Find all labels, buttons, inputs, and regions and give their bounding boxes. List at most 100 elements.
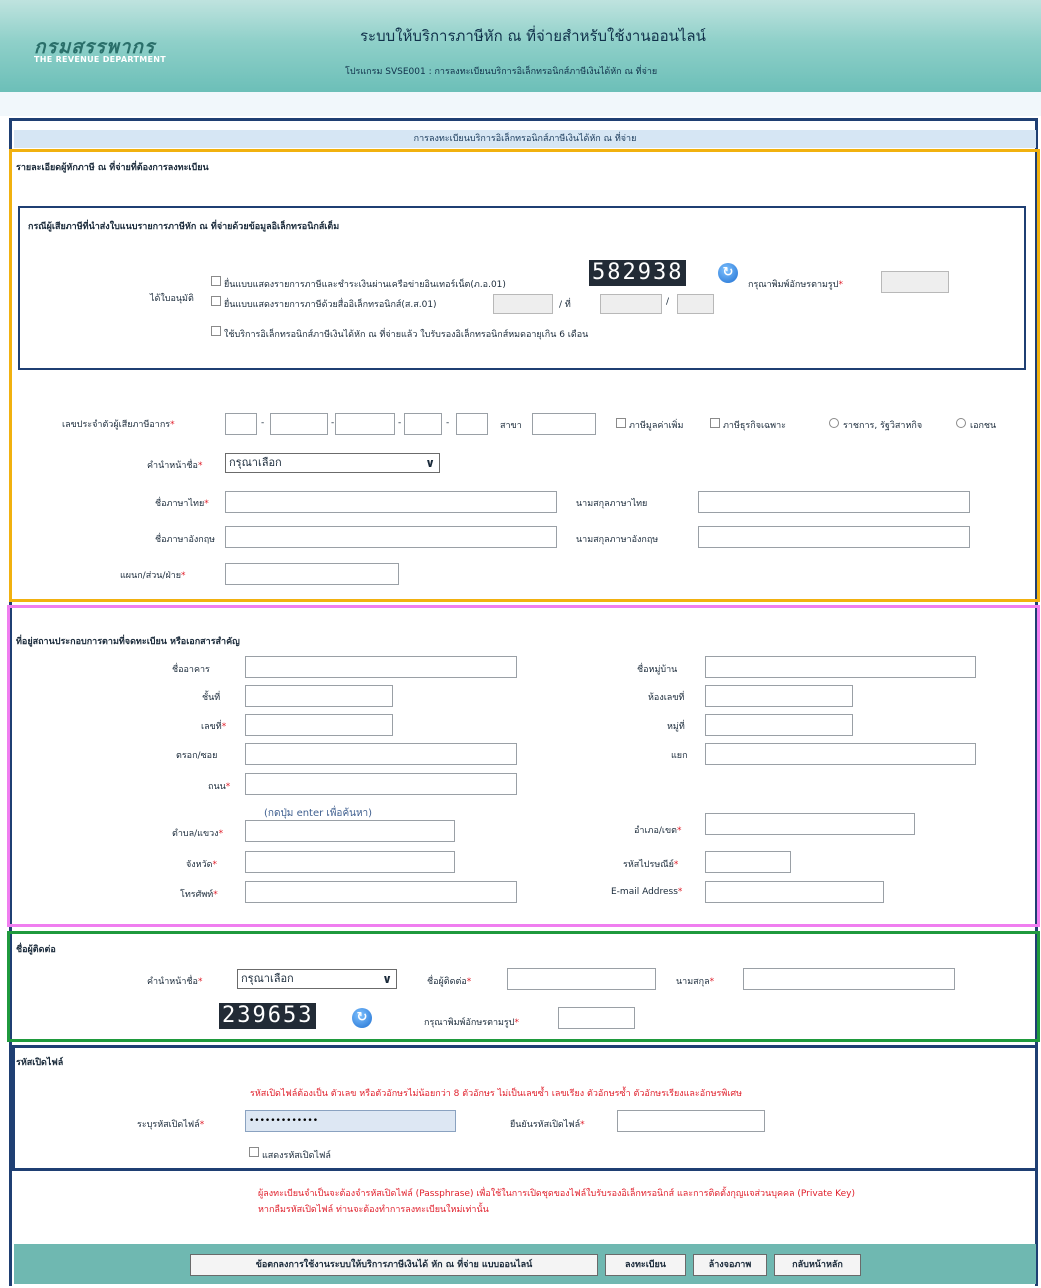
system-title: ระบบให้บริการภาษีหัก ณ ที่จ่ายสำหรับใช้ง… xyxy=(360,27,706,45)
ss01-year-input[interactable] xyxy=(677,294,714,314)
prefix-select[interactable]: กรุณาเลือก ∨ xyxy=(225,453,440,473)
refresh-captcha-icon[interactable]: ↻ xyxy=(718,263,738,283)
tin-label: เลขประจำตัวผู้เสียภาษีอากร xyxy=(62,420,171,430)
road-label: ถนน xyxy=(208,782,226,792)
subdistrict-input[interactable] xyxy=(245,820,455,842)
register-button[interactable]: ลงทะเบียน xyxy=(605,1254,686,1276)
program-subtitle: โปรแกรม SVSE001 : การลงทะเบียนบริการอิเล… xyxy=(345,67,658,77)
ss01-doc-input[interactable] xyxy=(600,294,662,314)
license-label: ได้ใบอนุมัติ xyxy=(150,294,194,304)
surname-th-label: นามสกุลภาษาไทย xyxy=(576,499,648,509)
private-radio[interactable] xyxy=(956,418,966,428)
clear-button[interactable]: ล้างจอภาพ xyxy=(693,1254,767,1276)
ecert-title: กรณีผู้เสียภาษีที่นำส่งใบแนบรายการภาษีหั… xyxy=(28,222,340,232)
captcha-input-1[interactable] xyxy=(881,271,949,293)
alley-label: ตรอก/ซอย xyxy=(176,751,218,761)
tin-part1-input[interactable] xyxy=(225,413,257,435)
subdistrict-label: ตำบล/แขวง xyxy=(172,829,219,839)
junction-input[interactable] xyxy=(705,743,976,765)
email-input[interactable] xyxy=(705,881,884,903)
tin-part4-input[interactable] xyxy=(404,413,442,435)
floor-input[interactable] xyxy=(245,685,393,707)
refresh-captcha-icon-2[interactable]: ↻ xyxy=(352,1008,372,1028)
option2-checkbox[interactable] xyxy=(211,296,221,306)
search-hint: (กดปุ่ม enter เพื่อค้นหา) xyxy=(264,808,373,819)
room-input[interactable] xyxy=(705,685,853,707)
captcha-prompt-2: กรุณาพิมพ์อักษรตามรูป xyxy=(424,1018,515,1028)
name-th-label: ชื่อภาษาไทย xyxy=(155,499,205,509)
contact-surname-input[interactable] xyxy=(743,968,955,990)
district-input[interactable] xyxy=(705,813,915,835)
option1-checkbox[interactable] xyxy=(211,276,221,286)
header-subband xyxy=(0,92,1041,116)
province-input[interactable] xyxy=(245,851,455,873)
dash-2: - xyxy=(331,418,335,428)
postcode-label: รหัสไปรษณีย์ xyxy=(623,860,674,870)
contact-prefix-select[interactable]: กรุณาเลือก ∨ xyxy=(237,969,397,989)
floor-label: ชั้นที่ xyxy=(202,693,221,703)
number-label: เลขที่ xyxy=(201,722,222,732)
prefix-label: คำนำหน้าชื่อ xyxy=(147,461,198,471)
vat-label: ภาษีมูลค่าเพิ่ม xyxy=(629,421,684,431)
notice-line-1: ผู้ลงทะเบียนจำเป็นจะต้องจำรหัสเปิดไฟล์ (… xyxy=(258,1189,855,1199)
dash-4: - xyxy=(446,418,450,428)
postcode-input[interactable] xyxy=(705,851,791,873)
contact-prefix-value: กรุณาเลือก xyxy=(241,972,294,985)
tin-part5-input[interactable] xyxy=(456,413,488,435)
building-input[interactable] xyxy=(245,656,517,678)
moo-input[interactable] xyxy=(705,714,853,736)
taxpayer-section-title: รายละเอียดผู้หักภาษี ณ ที่จ่ายที่ต้องการ… xyxy=(16,163,209,173)
email-label: E-mail Address xyxy=(611,887,678,897)
sbt-checkbox[interactable] xyxy=(710,418,720,428)
page-title: การลงทะเบียนบริการอิเล็กทรอนิกส์ภาษีเงิน… xyxy=(14,130,1036,148)
contact-prefix-label: คำนำหน้าชื่อ xyxy=(147,977,198,987)
contact-name-input[interactable] xyxy=(507,968,656,990)
name-th-input[interactable] xyxy=(225,491,557,513)
province-label: จังหวัด xyxy=(186,860,213,870)
logo-english: THE REVENUE DEPARTMENT xyxy=(34,55,166,64)
gov-label: ราชการ, รัฐวิสาหกิจ xyxy=(843,421,923,431)
branch-input[interactable] xyxy=(532,413,596,435)
road-input[interactable] xyxy=(245,773,517,795)
password-confirm-input[interactable] xyxy=(617,1110,765,1132)
sep-no: / ที่ xyxy=(559,300,571,310)
sep-slash: / xyxy=(666,297,670,307)
phone-input[interactable] xyxy=(245,881,517,903)
surname-en-input[interactable] xyxy=(698,526,970,548)
terms-button[interactable]: ข้อตกลงการใช้งานระบบให้บริการภาษีเงินได้… xyxy=(190,1254,598,1276)
show-password-checkbox[interactable] xyxy=(249,1147,259,1157)
password-input[interactable] xyxy=(245,1110,456,1132)
dept-input[interactable] xyxy=(225,563,399,585)
tin-part3-input[interactable] xyxy=(335,413,395,435)
password-rule: รหัสเปิดไฟล์ต้องเป็น ตัวเลข หรือตัวอักษร… xyxy=(250,1089,743,1099)
password-confirm-label: ยืนยันรหัสเปิดไฟล์ xyxy=(510,1120,581,1130)
dash-3: - xyxy=(398,418,402,428)
district-label: อำเภอ/เขต xyxy=(634,826,677,836)
contact-surname-label: นามสกุล xyxy=(676,977,710,987)
password-section-border xyxy=(12,1045,1038,1171)
alley-input[interactable] xyxy=(245,743,517,765)
password-enter-label: ระบุรหัสเปิดไฟล์ xyxy=(137,1120,200,1130)
tin-part2-input[interactable] xyxy=(270,413,328,435)
option1-label: ยื่นแบบแสดงรายการภาษีและชำระเงินผ่านเครื… xyxy=(224,280,506,290)
captcha-image-1: 582938 xyxy=(589,260,687,286)
building-label: ชื่ออาคาร xyxy=(172,665,210,675)
home-button[interactable]: กลับหน้าหลัก xyxy=(774,1254,861,1276)
vat-checkbox[interactable] xyxy=(616,418,626,428)
prefix-select-value: กรุณาเลือก xyxy=(229,456,282,469)
surname-th-input[interactable] xyxy=(698,491,970,513)
branch-label: สาขา xyxy=(500,421,522,431)
contact-name-label: ชื่อผู้ติดต่อ xyxy=(427,977,467,987)
dept-label: แผนก/ส่วน/ฝ่าย xyxy=(120,571,182,581)
number-input[interactable] xyxy=(245,714,393,736)
option3-checkbox[interactable] xyxy=(211,326,221,336)
ss01-number-input[interactable] xyxy=(493,294,553,314)
name-en-input[interactable] xyxy=(225,526,557,548)
village-input[interactable] xyxy=(705,656,976,678)
gov-radio[interactable] xyxy=(829,418,839,428)
captcha-input-2[interactable] xyxy=(558,1007,635,1029)
password-section-title: รหัสเปิดไฟล์ xyxy=(16,1058,64,1068)
option2-label: ยื่นแบบแสดงรายการภาษีด้วยสื่ออิเล็กทรอนิ… xyxy=(224,300,437,310)
option3-label: ใช้บริการอิเล็กทรอนิกส์ภาษีเงินได้หัก ณ … xyxy=(224,330,589,340)
private-label: เอกชน xyxy=(970,421,997,431)
